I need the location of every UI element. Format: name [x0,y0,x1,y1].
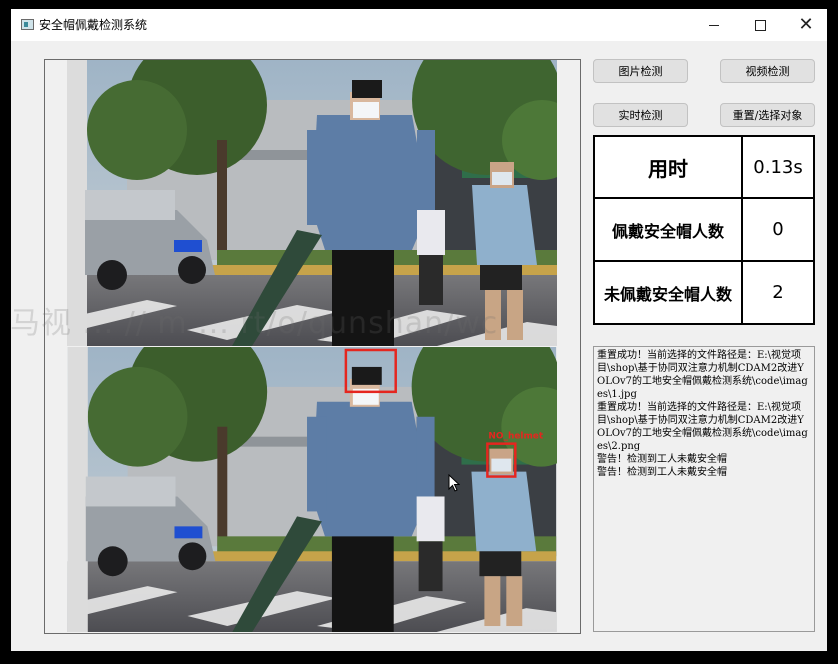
video-detect-button[interactable]: 视频检测 [720,59,815,83]
image-display-panel: NO_helmet [44,59,581,634]
app-icon [21,19,34,30]
helmet-count-label: 佩戴安全帽人数 [595,199,743,262]
window-title: 安全帽佩戴检测系统 [39,18,148,32]
log-line: 重置成功！当前选择的文件路径是：E:\视觉项目\shop\基于协同双注意力机制C… [597,350,808,400]
realtime-detect-button[interactable]: 实时检测 [593,103,688,127]
log-line: 警告！检测到工人未戴安全帽 [597,467,727,478]
time-label: 用时 [595,137,743,199]
log-output[interactable]: 重置成功！当前选择的文件路径是：E:\视觉项目\shop\基于协同双注意力机制C… [593,346,815,632]
title-bar: 安全帽佩戴检测系统 ✕ [11,9,827,41]
detection-result-image: NO_helmet [67,347,557,632]
log-line: 警告！检测到工人未戴安全帽 [597,454,727,465]
reset-select-button[interactable]: 重置/选择对象 [720,103,815,127]
maximize-button[interactable] [737,9,783,41]
minimize-button[interactable] [691,9,737,41]
close-button[interactable]: ✕ [783,9,829,41]
stats-table: 用时 0.13s 佩戴安全帽人数 0 未佩戴安全帽人数 2 [593,135,815,325]
watermark: 马视 ... // m ... rt/o/qunshan/wc [10,306,499,341]
mouse-cursor-icon [448,474,460,492]
image-detect-button[interactable]: 图片检测 [593,59,688,83]
helmet-count-value: 0 [743,199,813,262]
log-line: 重置成功！当前选择的文件路径是：E:\视觉项目\shop\基于协同双注意力机制C… [597,402,808,452]
detection-label: NO_helmet [488,432,543,442]
time-value: 0.13s [743,137,813,199]
